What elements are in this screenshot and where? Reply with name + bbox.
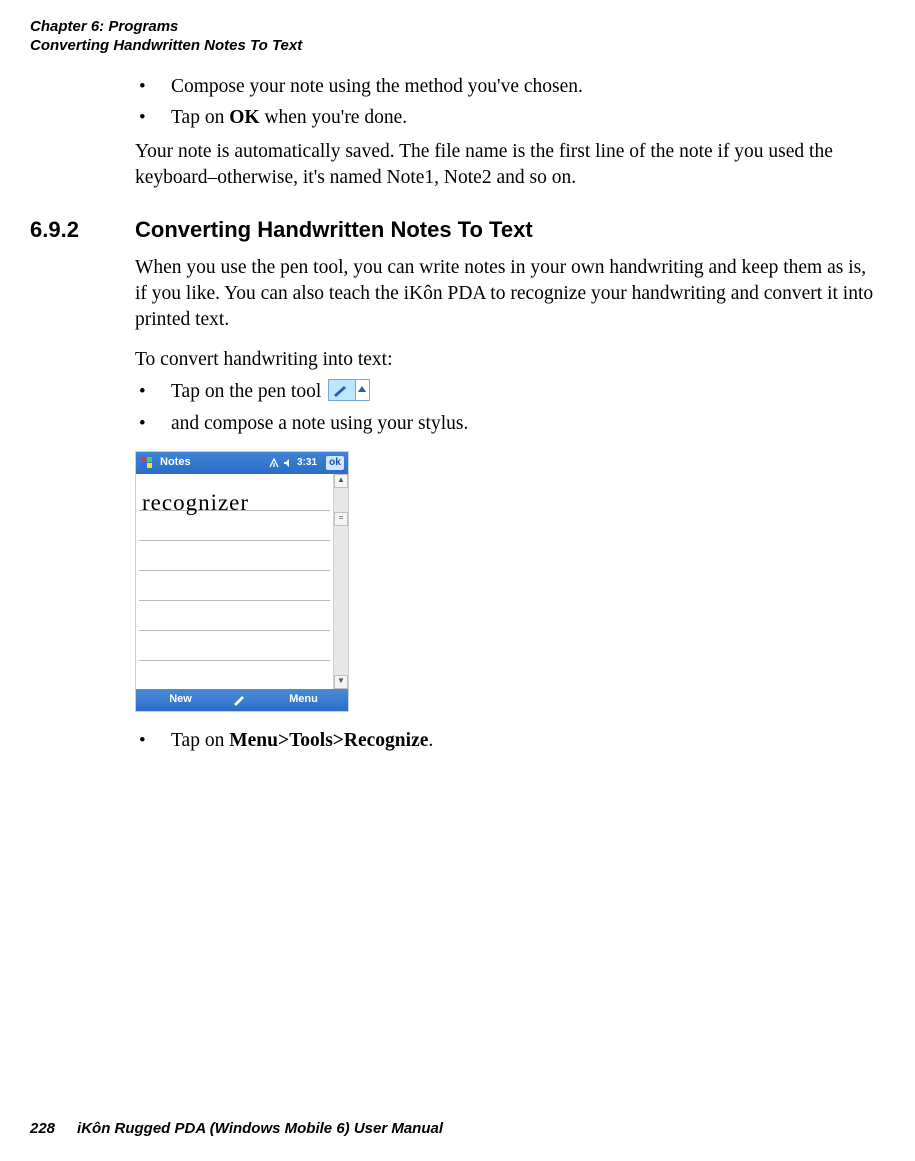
intro-paragraph: Your note is automatically saved. The fi…	[135, 139, 875, 191]
footer: 228 iKôn Rugged PDA (Windows Mobile 6) U…	[30, 1120, 443, 1137]
handwriting-text: recognizer	[142, 490, 249, 515]
content: Compose your note using the method you'v…	[135, 74, 875, 192]
softkey-bar: New Menu	[136, 689, 348, 711]
running-header: Chapter 6: Programs Converting Handwritt…	[30, 18, 885, 56]
system-tray: 3:31	[269, 456, 317, 469]
scroll-down-button[interactable]: ▼	[334, 675, 348, 689]
step-text: Tap on the pen tool	[171, 381, 326, 402]
pen-tool-icon	[328, 379, 370, 401]
page-number: 228	[30, 1120, 55, 1137]
list-text-pre: Tap on	[171, 107, 229, 128]
body-paragraph-2: To convert handwriting into text:	[135, 347, 875, 373]
handwriting-sample: recognizer	[142, 488, 322, 528]
list-item: Tap on OK when you're done.	[135, 105, 875, 131]
list-text: Compose your note using the method you'v…	[171, 76, 583, 97]
section-title: Converting Handwritten Notes To Text	[135, 217, 533, 243]
app-title: Notes	[160, 455, 191, 470]
section-heading: 6.9.2 Converting Handwritten Notes To Te…	[30, 217, 885, 243]
scroll-thumb[interactable]: =	[334, 512, 348, 526]
titlebar: Notes 3:31 ok	[136, 452, 348, 474]
pen-glyph	[332, 383, 352, 397]
section-body: When you use the pen tool, you can write…	[135, 255, 875, 753]
list-item: Compose your note using the method you'v…	[135, 74, 875, 100]
page: Chapter 6: Programs Converting Handwritt…	[0, 0, 915, 1161]
section-number: 6.9.2	[30, 217, 135, 243]
intro-bullets: Compose your note using the method you'v…	[135, 74, 875, 132]
final-text-post: .	[428, 730, 433, 751]
clock: 3:31	[297, 456, 317, 469]
step-bullets: Tap on the pen tool and compose a note u…	[135, 379, 875, 437]
step-text: and compose a note using your stylus.	[171, 413, 468, 434]
device-screenshot: Notes 3:31 ok	[135, 451, 349, 712]
softkey-menu[interactable]: Menu	[259, 692, 348, 707]
ok-button[interactable]: ok	[326, 456, 344, 470]
list-item: and compose a note using your stylus.	[135, 411, 875, 437]
list-text-post: when you're done.	[260, 107, 408, 128]
final-text-bold: Menu>Tools>Recognize	[229, 730, 428, 751]
body-paragraph-1: When you use the pen tool, you can write…	[135, 255, 875, 333]
manual-title: iKôn Rugged PDA (Windows Mobile 6) User …	[77, 1120, 443, 1137]
note-canvas[interactable]: recognizer	[136, 474, 333, 689]
scrollbar[interactable]: ▲ = ▼	[333, 474, 348, 689]
softkey-new[interactable]: New	[136, 692, 225, 707]
header-chapter: Chapter 6: Programs	[30, 18, 885, 37]
start-icon[interactable]	[140, 456, 154, 470]
final-bullets: Tap on Menu>Tools>Recognize.	[135, 728, 875, 754]
list-item: Tap on Menu>Tools>Recognize.	[135, 728, 875, 754]
header-section: Converting Handwritten Notes To Text	[30, 37, 885, 56]
list-text-bold: OK	[229, 107, 259, 128]
note-canvas-row: recognizer ▲ = ▼	[136, 474, 348, 689]
scroll-up-button[interactable]: ▲	[334, 474, 348, 488]
connectivity-icon	[269, 458, 279, 468]
volume-icon	[283, 458, 293, 468]
final-text-pre: Tap on	[171, 730, 229, 751]
input-panel-button[interactable]	[225, 694, 259, 706]
list-item: Tap on the pen tool	[135, 379, 875, 405]
